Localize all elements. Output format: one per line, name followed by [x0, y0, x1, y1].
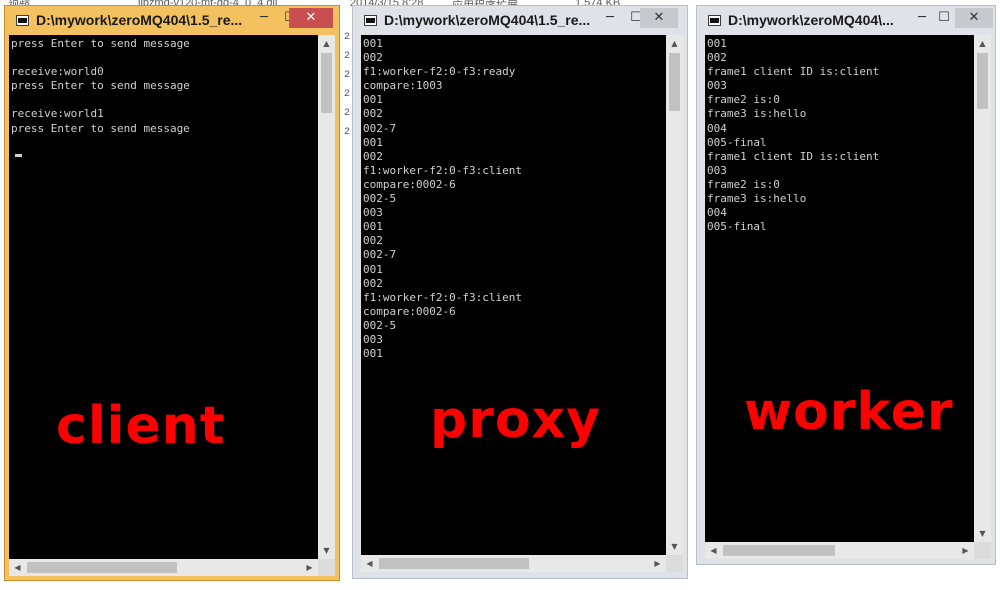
scroll-left-arrow[interactable]: ◀ [361, 555, 378, 572]
close-button[interactable]: ✕ [955, 8, 993, 28]
titlebar[interactable]: D:\mywork\zeroMQ404\1.5_re... ─ ☐ ✕ [5, 6, 339, 36]
titlebar[interactable]: D:\mywork\zeroMQ404\... ─ ☐ ✕ [697, 6, 995, 36]
scroll-down-arrow[interactable]: ▼ [974, 525, 991, 542]
vertical-scrollbar[interactable]: ▲ ▼ [318, 35, 335, 559]
scrollbar-corner [318, 559, 335, 576]
horizontal-scrollbar[interactable]: ◀ ▶ [361, 555, 666, 572]
scrollbar-corner [666, 555, 683, 572]
scroll-left-arrow[interactable]: ◀ [9, 559, 26, 576]
minimize-button[interactable]: ─ [251, 8, 277, 28]
window-title: D:\mywork\zeroMQ404\1.5_re... [384, 12, 591, 28]
minimize-button[interactable]: ─ [597, 8, 623, 28]
scroll-thumb[interactable] [27, 562, 177, 573]
scrollbar-corner [974, 542, 991, 559]
scroll-thumb[interactable] [321, 53, 332, 113]
console-output[interactable]: 001 002 f1:worker-f2:0-f3:ready compare:… [361, 35, 666, 555]
text-cursor [15, 145, 22, 164]
window-title: D:\mywork\zeroMQ404\... [728, 12, 894, 28]
worker-console-window[interactable]: D:\mywork\zeroMQ404\... ─ ☐ ✕ 001 002 fr… [696, 5, 996, 565]
console-output[interactable]: 001 002 frame1 client ID is:client 003 f… [705, 35, 974, 542]
console-text: 001 002 f1:worker-f2:0-f3:ready compare:… [363, 37, 522, 361]
window-title: D:\mywork\zeroMQ404\1.5_re... [36, 12, 243, 28]
console-app-icon[interactable] [708, 15, 721, 26]
console-app-icon[interactable] [364, 15, 377, 26]
vertical-scrollbar[interactable]: ▲ ▼ [666, 35, 683, 555]
proxy-annotation-label: proxy [430, 390, 602, 450]
horizontal-scrollbar[interactable]: ◀ ▶ [705, 542, 974, 559]
scroll-thumb[interactable] [379, 558, 529, 569]
scroll-thumb[interactable] [669, 53, 680, 111]
scroll-right-arrow[interactable]: ▶ [649, 555, 666, 572]
worker-annotation-label: worker [744, 382, 954, 442]
scroll-right-arrow[interactable]: ▶ [957, 542, 974, 559]
console-output[interactable]: press Enter to send message receive:worl… [9, 35, 318, 559]
titlebar[interactable]: D:\mywork\zeroMQ404\1.5_re... ─ ☐ ✕ [353, 6, 687, 36]
vertical-scrollbar[interactable]: ▲ ▼ [974, 35, 991, 542]
console-app-icon[interactable] [16, 15, 29, 26]
scroll-thumb[interactable] [723, 545, 835, 556]
scroll-up-arrow[interactable]: ▲ [974, 35, 991, 52]
client-annotation-label: client [56, 396, 226, 456]
scroll-up-arrow[interactable]: ▲ [318, 35, 335, 52]
scroll-down-arrow[interactable]: ▼ [666, 538, 683, 555]
scroll-down-arrow[interactable]: ▼ [318, 542, 335, 559]
console-text: 001 002 frame1 client ID is:client 003 f… [707, 37, 880, 234]
scroll-left-arrow[interactable]: ◀ [705, 542, 722, 559]
horizontal-scrollbar[interactable]: ◀ ▶ [9, 559, 318, 576]
console-text: press Enter to send message receive:worl… [11, 37, 190, 135]
scroll-thumb[interactable] [977, 53, 988, 109]
close-button[interactable]: ✕ [289, 8, 333, 28]
scroll-up-arrow[interactable]: ▲ [666, 35, 683, 52]
maximize-button[interactable]: ☐ [931, 8, 957, 28]
scroll-right-arrow[interactable]: ▶ [301, 559, 318, 576]
proxy-console-window[interactable]: D:\mywork\zeroMQ404\1.5_re... ─ ☐ ✕ 001 … [352, 5, 688, 579]
close-button[interactable]: ✕ [640, 8, 678, 28]
client-console-window[interactable]: D:\mywork\zeroMQ404\1.5_re... ─ ☐ ✕ pres… [4, 5, 340, 581]
